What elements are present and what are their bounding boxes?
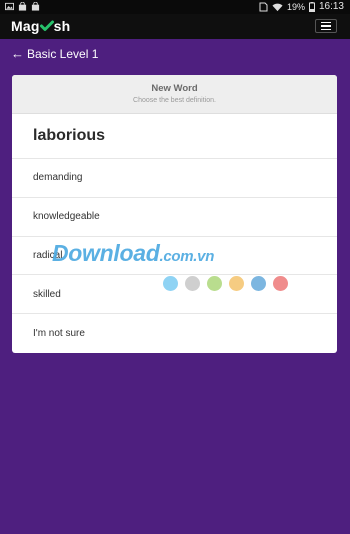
clock: 16:13 <box>318 1 344 12</box>
hamburger-icon-line <box>321 28 331 31</box>
answer-option[interactable]: demanding <box>12 159 337 198</box>
battery-icon <box>308 2 315 12</box>
logo-text-left: Mag <box>11 18 40 34</box>
watermark-dot <box>163 276 178 291</box>
status-bar: 19% 16:13 <box>0 0 350 14</box>
watermark-dot <box>229 276 244 291</box>
card-header: New Word Choose the best definition. <box>12 75 337 114</box>
not-sure-option[interactable]: I'm not sure <box>12 314 337 353</box>
card-subtitle: Choose the best definition. <box>133 97 216 104</box>
answer-option-label: knowledgeable <box>33 211 100 223</box>
card-title: New Word <box>151 83 198 94</box>
notification-icons <box>5 2 40 11</box>
question-card: New Word Choose the best definition. lab… <box>12 75 337 353</box>
shopping-bag-icon-2 <box>31 2 40 11</box>
answer-option-label: demanding <box>33 172 83 184</box>
watermark-dot <box>207 276 222 291</box>
hamburger-menu-button[interactable] <box>315 19 337 33</box>
app-bar: Mag sh <box>0 14 350 39</box>
watermark-domain: .com.vn <box>159 248 215 265</box>
watermark-dots <box>163 276 288 291</box>
answer-option-label: I'm not sure <box>33 328 85 340</box>
watermark-text: Download.com.vn <box>52 240 214 267</box>
wifi-icon <box>272 3 283 12</box>
battery-percent: 19% <box>286 2 305 12</box>
magoosh-logo[interactable]: Mag sh <box>11 18 70 34</box>
shopping-bag-icon <box>18 2 27 11</box>
system-status: 19% 16:13 <box>259 1 344 13</box>
logo-check-icon <box>39 20 54 31</box>
answer-option-label: skilled <box>33 288 61 300</box>
watermark-dot <box>273 276 288 291</box>
logo-text-right: sh <box>53 18 71 34</box>
word-row: laborious <box>12 114 337 159</box>
watermark-main: Download <box>52 240 160 266</box>
sim-icon <box>259 2 268 12</box>
hamburger-icon-line <box>321 25 331 27</box>
back-arrow-icon: ← <box>11 46 24 61</box>
vocab-word: laborious <box>33 127 106 144</box>
answer-option[interactable]: knowledgeable <box>12 198 337 237</box>
hamburger-icon-line <box>321 21 331 24</box>
image-notification-icon <box>5 2 14 11</box>
back-button[interactable]: ← Basic Level 1 <box>11 47 98 61</box>
watermark-dot <box>251 276 266 291</box>
back-label: Basic Level 1 <box>27 47 99 61</box>
watermark-dot <box>185 276 200 291</box>
